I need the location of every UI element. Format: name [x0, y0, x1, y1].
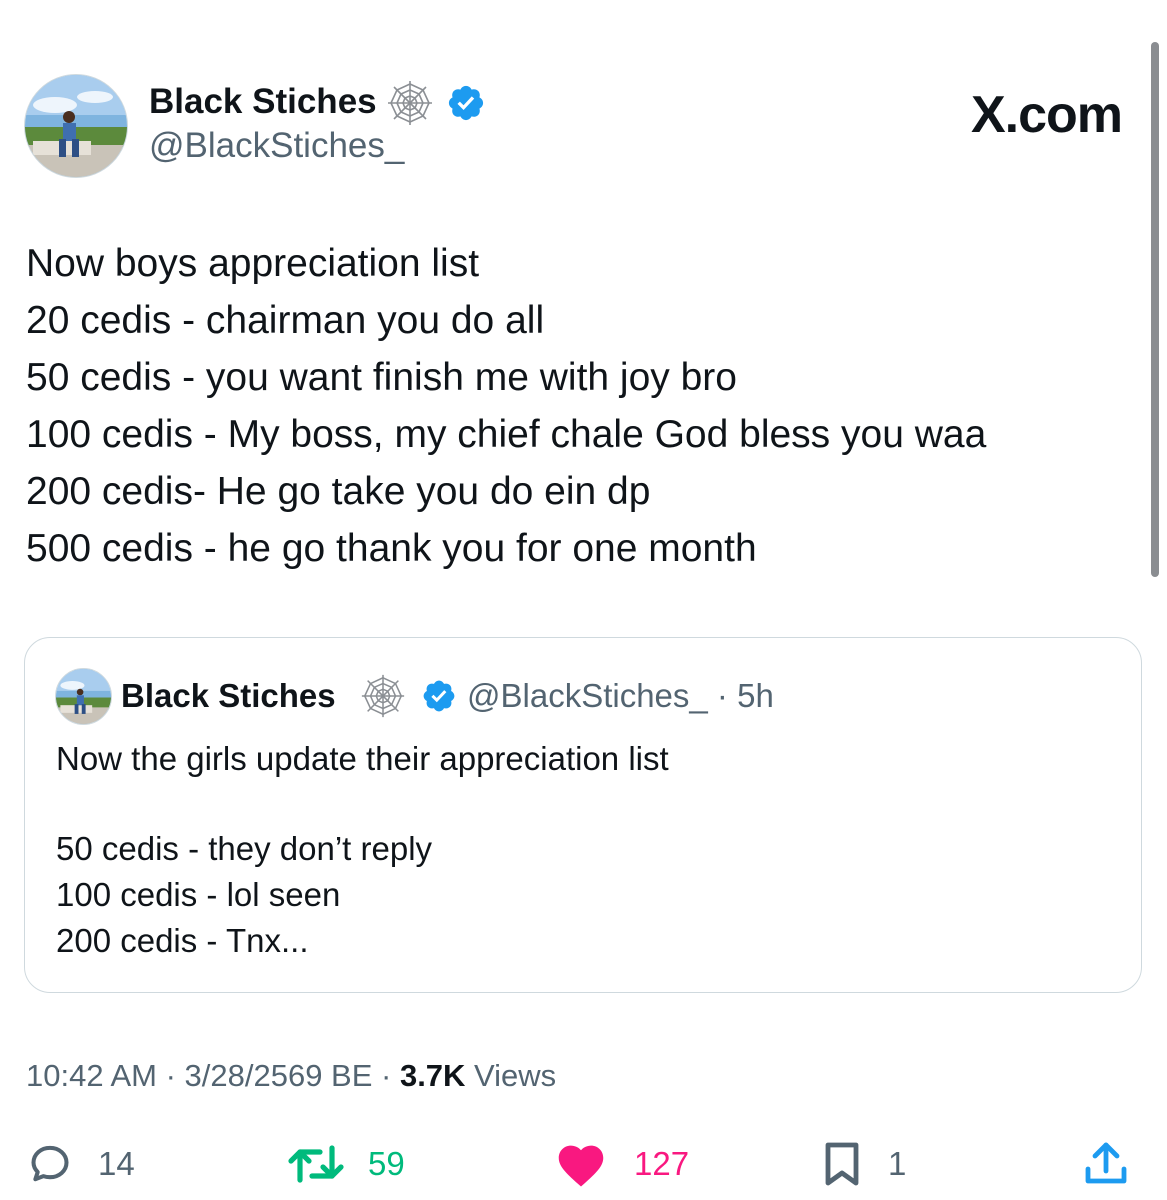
share-button[interactable]	[1082, 1134, 1130, 1194]
avatar-photo	[25, 75, 127, 177]
retweet-button[interactable]: 59	[286, 1134, 405, 1194]
tweet-line: 20 cedis - chairman you do all	[26, 299, 545, 342]
brand-watermark: X.com	[970, 86, 1123, 144]
tweet-meta: 10:42 AM · 3/28/2569 BE · 3.7K Views	[26, 1055, 556, 1097]
tweet-line: 500 cedis - he go thank you for one mont…	[26, 527, 757, 570]
avatar-photo	[56, 669, 111, 724]
bookmark-button[interactable]: 1	[822, 1134, 906, 1194]
tweet-text: Now boys appreciation list 20 cedis - ch…	[26, 235, 1136, 577]
cobweb-icon	[388, 81, 432, 125]
quoted-text-list: 50 cedis - they don’t reply 100 cedis - …	[56, 826, 432, 964]
quoted-handle-time: @BlackStiches_ · 5h	[467, 677, 774, 714]
reply-button[interactable]: 14	[28, 1134, 135, 1194]
tweet-line: 100 cedis - My boss, my chief chale God …	[26, 413, 987, 456]
quoted-text-intro: Now the girls update their appreciation …	[56, 740, 669, 777]
retweet-count: 59	[368, 1145, 405, 1182]
quoted-line: 100 cedis - lol seen	[56, 876, 341, 913]
like-button[interactable]: 127	[554, 1134, 689, 1194]
cobweb-icon	[361, 674, 405, 718]
timestamp[interactable]: 10:42 AM · 3/28/2569 BE ·	[26, 1058, 400, 1093]
share-icon	[1085, 1142, 1127, 1184]
views-label: Views	[465, 1058, 557, 1093]
tweet-line: 200 cedis- He go take you do ein dp	[26, 470, 651, 513]
quoted-tweet-card[interactable]: Black Stiches @BlackStiches_ · 5h Now th…	[24, 637, 1142, 993]
views-count: 3.7K	[399, 1058, 466, 1093]
scrollbar[interactable]	[1151, 42, 1159, 577]
reply-count: 14	[98, 1145, 135, 1182]
tweet-line: 50 cedis - you want finish me with joy b…	[26, 356, 737, 399]
quoted-author-avatar	[55, 668, 112, 725]
heart-icon	[558, 1145, 604, 1187]
verified-badge-icon	[423, 680, 455, 712]
quoted-line: 50 cedis - they don’t reply	[56, 830, 433, 867]
like-count: 127	[634, 1145, 690, 1182]
verified-badge-icon[interactable]	[446, 83, 486, 123]
quoted-line: 200 cedis - Tnx...	[56, 922, 309, 959]
author-handle[interactable]: @BlackStiches_	[149, 124, 404, 168]
bookmark-icon	[825, 1142, 859, 1186]
tweet-line: Now boys appreciation list	[26, 242, 480, 285]
author-name[interactable]: Black Stiches	[149, 80, 377, 124]
retweet-icon	[288, 1145, 344, 1183]
reply-icon	[31, 1145, 69, 1182]
bookmark-count: 1	[888, 1145, 907, 1182]
quoted-author-name: Black Stiches	[121, 677, 336, 714]
author-avatar[interactable]	[24, 74, 128, 178]
